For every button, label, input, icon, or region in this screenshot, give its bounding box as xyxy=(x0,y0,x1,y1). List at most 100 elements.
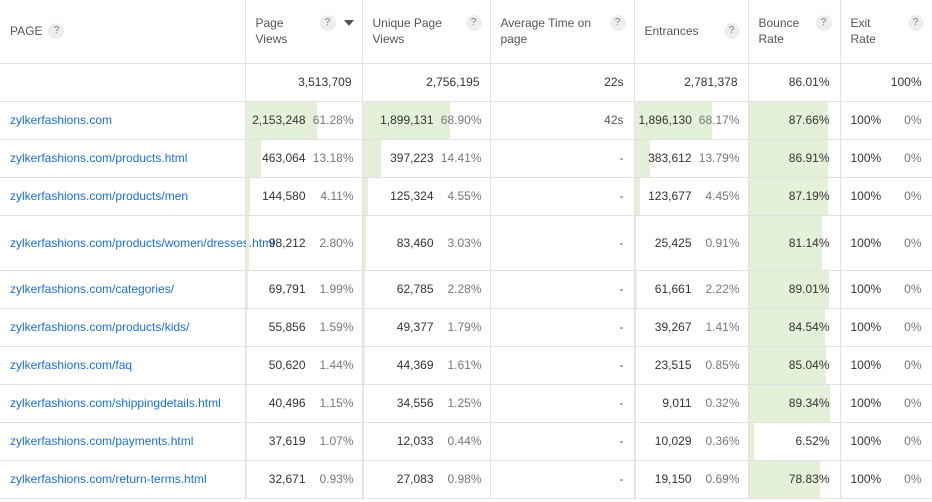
help-icon[interactable]: ? xyxy=(319,15,336,32)
unique-page-views-percent: 0.44% xyxy=(447,434,482,448)
page-cell: zylkerfashions.com/categories/ xyxy=(0,270,246,309)
table-row: zylkerfashions.com/products/men 144,580 … xyxy=(0,177,932,216)
entrances-cell: 1,896,130 68.17% xyxy=(634,101,749,140)
page-cell: zylkerfashions.com/shippingdetails.html xyxy=(0,384,246,423)
exit-rate-percent: 0% xyxy=(904,113,922,127)
unique-page-views-cell: 12,033 0.44% xyxy=(362,422,491,461)
column-header-exit-rate[interactable]: Exit Rate ? xyxy=(840,0,932,64)
header-row: PAGE ? Page Views ? Unique Page Views ? xyxy=(0,0,932,64)
help-icon[interactable]: ? xyxy=(907,15,924,32)
unique-page-views-cell: 1,899,131 68.90% xyxy=(362,101,491,140)
column-header-entrances[interactable]: Entrances ? xyxy=(634,0,749,64)
page-link[interactable]: zylkerfashions.com/products.html xyxy=(10,151,187,165)
exit-rate-cell: 100% 0% xyxy=(840,346,932,385)
bounce-rate-cell: 78.83% xyxy=(748,460,841,499)
bounce-rate-value: 6.52% xyxy=(795,434,830,448)
bounce-rate-value: 87.19% xyxy=(788,189,830,203)
page-cell: zylkerfashions.com xyxy=(0,101,246,140)
sort-descending-icon[interactable] xyxy=(343,20,354,27)
total-bounce-rate: 86.01% xyxy=(748,63,841,102)
page-link[interactable]: zylkerfashions.com/shippingdetails.html xyxy=(10,396,221,410)
page-views-percent: 0.93% xyxy=(319,472,354,486)
bounce-rate-value: 84.54% xyxy=(788,320,830,334)
entrances-percent: 0.91% xyxy=(705,235,740,250)
exit-rate-cell: 100% 0% xyxy=(840,139,932,178)
page-link[interactable]: zylkerfashions.com/products/kids/ xyxy=(10,320,189,334)
totals-page xyxy=(0,63,246,102)
unique-page-views-percent: 2.28% xyxy=(447,282,482,296)
exit-rate-cell: 100% 0% xyxy=(840,215,932,271)
help-icon[interactable]: ? xyxy=(609,15,626,32)
page-views-percent: 13.18% xyxy=(312,151,354,165)
column-header-average-time[interactable]: Average Time on page ? xyxy=(490,0,635,64)
unique-page-views-cell: 49,377 1.79% xyxy=(362,308,491,347)
page-cell: zylkerfashions.com/return-terms.html xyxy=(0,460,246,499)
page-views-value: 2,153,248 xyxy=(252,113,306,127)
entrances-cell: 25,425 0.91% xyxy=(634,215,749,271)
column-header-unique-page-views[interactable]: Unique Page Views ? xyxy=(362,0,491,64)
entrances-percent: 1.41% xyxy=(705,320,740,334)
entrances-cell: 61,661 2.22% xyxy=(634,270,749,309)
entrances-value: 9,011 xyxy=(662,396,692,410)
exit-rate-value: 100% xyxy=(850,358,882,372)
average-time-cell: - xyxy=(490,460,635,499)
total-unique-page-views: 2,756,195 xyxy=(362,63,491,102)
help-icon[interactable]: ? xyxy=(465,15,482,32)
unique-page-views-percent: 14.41% xyxy=(440,151,482,165)
page-link[interactable]: zylkerfashions.com/products/women/dresse… xyxy=(10,236,275,250)
average-time-cell: - xyxy=(490,177,635,216)
help-icon[interactable]: ? xyxy=(815,15,832,32)
page-link[interactable]: zylkerfashions.com/faq xyxy=(10,358,132,372)
total-exit-rate: 100% xyxy=(840,63,932,102)
page-views-cell: 32,671 0.93% xyxy=(245,460,363,499)
entrances-value: 23,515 xyxy=(654,358,692,372)
unique-page-views-value: 49,377 xyxy=(396,320,434,334)
unique-page-views-value: 1,899,131 xyxy=(380,113,434,127)
exit-rate-percent: 0% xyxy=(904,472,922,486)
page-cell: zylkerfashions.com/products.html xyxy=(0,139,246,178)
exit-rate-percent: 0% xyxy=(904,151,922,165)
exit-rate-cell: 100% 0% xyxy=(840,384,932,423)
column-header-label: Page Views xyxy=(255,16,288,47)
bounce-rate-cell: 89.01% xyxy=(748,270,841,309)
help-icon[interactable]: ? xyxy=(48,23,65,40)
entrances-cell: 10,029 0.36% xyxy=(634,422,749,461)
page-link[interactable]: zylkerfashions.com/return-terms.html xyxy=(10,472,207,486)
unique-page-views-percent: 3.03% xyxy=(447,235,482,250)
unique-page-views-cell: 83,460 3.03% xyxy=(362,215,491,271)
page-link[interactable]: zylkerfashions.com/payments.html xyxy=(10,434,193,448)
unique-page-views-value: 12,033 xyxy=(396,434,434,448)
entrances-value: 383,612 xyxy=(648,151,692,165)
table-row: zylkerfashions.com/products/kids/ 55,856… xyxy=(0,308,932,347)
page-link[interactable]: zylkerfashions.com/categories/ xyxy=(10,282,174,296)
column-header-label: Entrances xyxy=(644,24,699,39)
bounce-rate-cell: 6.52% xyxy=(748,422,841,461)
table-row: zylkerfashions.com/products/women/dresse… xyxy=(0,215,932,271)
entrances-value: 61,661 xyxy=(654,282,692,296)
help-icon[interactable]: ? xyxy=(723,23,740,40)
entrances-value: 10,029 xyxy=(654,434,692,448)
exit-rate-percent: 0% xyxy=(904,189,922,203)
column-header-bounce-rate[interactable]: Bounce Rate ? xyxy=(748,0,841,64)
exit-rate-value: 100% xyxy=(850,151,882,165)
total-average-time: 22s xyxy=(490,63,635,102)
entrances-percent: 0.32% xyxy=(705,396,740,410)
entrances-value: 39,267 xyxy=(654,320,692,334)
average-time-cell: 42s xyxy=(490,101,635,140)
page-link[interactable]: zylkerfashions.com xyxy=(10,113,112,127)
entrances-cell: 23,515 0.85% xyxy=(634,346,749,385)
table-row: zylkerfashions.com/payments.html 37,619 … xyxy=(0,422,932,461)
column-header-page[interactable]: PAGE ? xyxy=(0,0,246,64)
table-row: zylkerfashions.com/categories/ 69,791 1.… xyxy=(0,270,932,309)
bounce-rate-value: 81.14% xyxy=(788,235,830,250)
unique-page-views-value: 27,083 xyxy=(396,472,434,486)
exit-rate-value: 100% xyxy=(850,235,882,250)
page-views-value: 37,619 xyxy=(268,434,306,448)
exit-rate-value: 100% xyxy=(850,396,882,410)
column-header-page-views[interactable]: Page Views ? xyxy=(245,0,363,64)
table-row: zylkerfashions.com/return-terms.html 32,… xyxy=(0,460,932,499)
page-link[interactable]: zylkerfashions.com/products/men xyxy=(10,189,188,203)
unique-page-views-percent: 1.61% xyxy=(447,358,482,372)
bounce-rate-cell: 85.04% xyxy=(748,346,841,385)
total-page-views: 3,513,709 xyxy=(245,63,363,102)
